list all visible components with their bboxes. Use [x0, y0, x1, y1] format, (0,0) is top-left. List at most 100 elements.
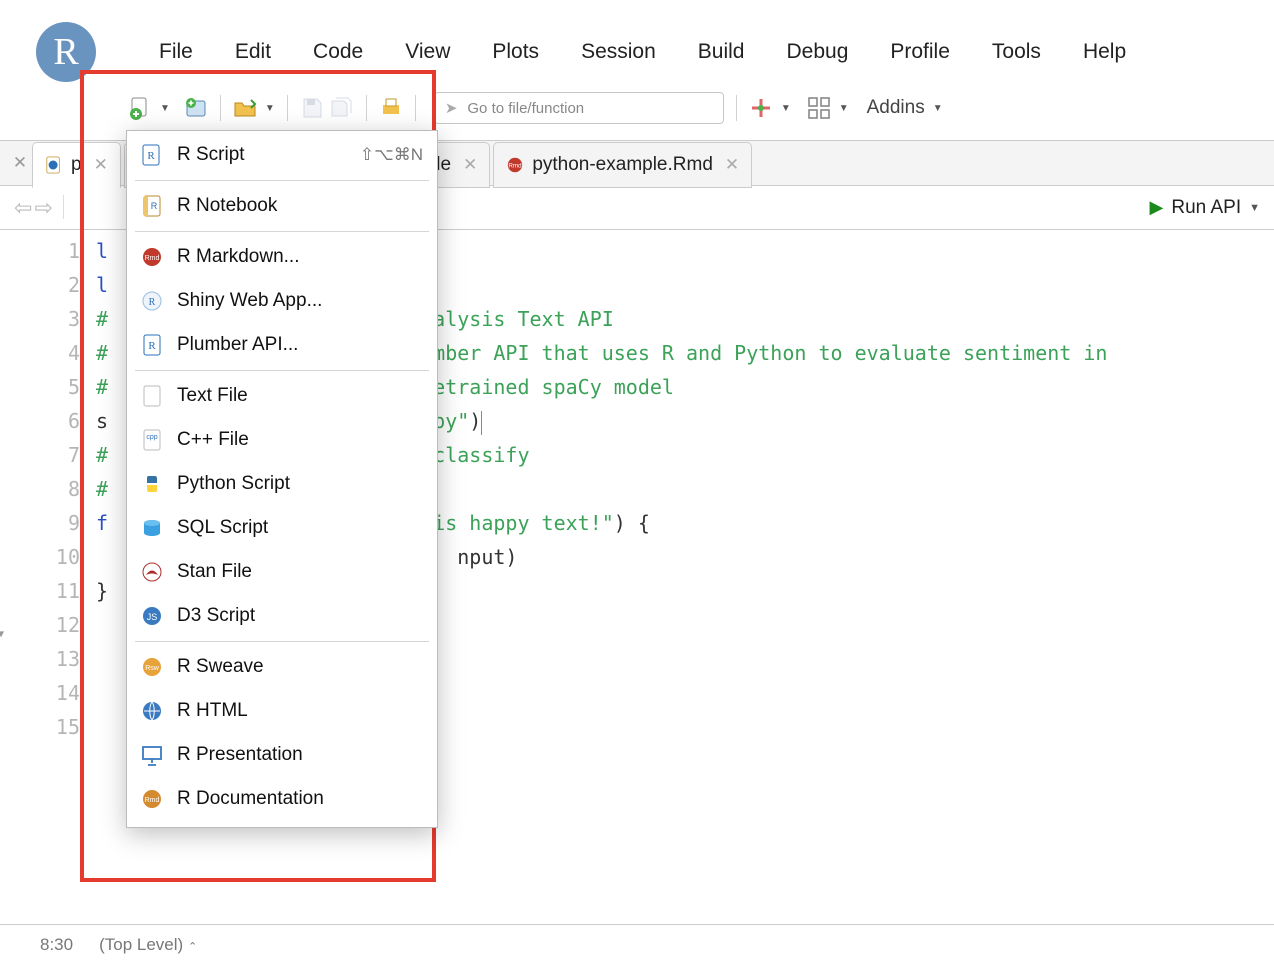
svg-text:Rsw: Rsw — [145, 665, 160, 672]
run-api-button[interactable]: ▶ Run API ▼ — [1150, 197, 1260, 219]
line-number: 1 — [0, 234, 80, 268]
cpp-icon: cpp — [141, 429, 163, 451]
menu-separator — [135, 180, 429, 181]
menu-help[interactable]: Help — [1062, 34, 1147, 70]
menu-item-r-markdown[interactable]: RmdR Markdown... — [127, 235, 437, 279]
print-icon[interactable] — [379, 96, 403, 120]
line-number: 9 — [0, 506, 80, 540]
panes-icon[interactable] — [807, 96, 831, 120]
close-tab-icon[interactable]: ✕ — [463, 155, 477, 175]
grid-toggle-icon[interactable] — [749, 96, 773, 120]
line-number: 14 — [0, 676, 80, 710]
menu-item-label: Shiny Web App... — [177, 290, 423, 312]
menu-view[interactable]: View — [384, 34, 471, 70]
menu-item-text-file[interactable]: Text File — [127, 374, 437, 418]
menu-build[interactable]: Build — [677, 34, 766, 70]
nav-forward-icon[interactable]: ⇨ — [34, 195, 52, 221]
menu-item-c-file[interactable]: cpp C++ File — [127, 418, 437, 462]
new-file-icon[interactable] — [128, 96, 152, 120]
save-all-icon[interactable] — [330, 96, 354, 120]
dropdown-caret-icon: ▼ — [933, 103, 943, 114]
menu-debug[interactable]: Debug — [765, 34, 869, 70]
line-number: 2 — [0, 268, 80, 302]
rstudio-logo: R — [36, 22, 96, 82]
line-number: 12▼ — [0, 608, 80, 642]
menu-session[interactable]: Session — [560, 34, 677, 70]
menu-item-r-documentation[interactable]: RmdR Documentation — [127, 777, 437, 821]
menu-item-label: SQL Script — [177, 517, 423, 539]
menu-item-r-sweave[interactable]: RswR Sweave — [127, 645, 437, 689]
svg-text:R: R — [147, 150, 155, 162]
close-tab-icon[interactable]: ✕ — [725, 155, 739, 175]
menu-item-stan-file[interactable]: Stan File — [127, 550, 437, 594]
menu-item-r-script[interactable]: R R Script ⇧⌥⌘N — [127, 133, 437, 177]
goto-placeholder: Go to file/function — [467, 100, 584, 117]
notebook-icon: R — [141, 195, 163, 217]
rmd-icon: Rmd — [506, 156, 524, 174]
menu-tools[interactable]: Tools — [971, 34, 1062, 70]
svg-text:JS: JS — [147, 612, 158, 622]
menu-item-label: D3 Script — [177, 605, 423, 627]
menu-item-label: R Presentation — [177, 744, 423, 766]
d3-icon: JS — [141, 605, 163, 627]
menu-item-label: R Markdown... — [177, 246, 423, 268]
menu-item-python-script[interactable]: Python Script — [127, 462, 437, 506]
close-tab-icon[interactable]: ✕ — [94, 155, 108, 175]
menu-item-label: Python Script — [177, 473, 423, 495]
dropdown-caret-icon[interactable]: ▼ — [781, 103, 791, 114]
goto-file-input[interactable]: ➤ Go to file/function — [434, 92, 724, 124]
close-all-tabs-icon[interactable]: ✕ — [8, 141, 32, 185]
menu-item-r-html[interactable]: R HTML — [127, 689, 437, 733]
dropdown-caret-icon[interactable]: ▼ — [265, 103, 275, 114]
menu-item-label: R Script — [177, 144, 346, 166]
line-number: 10 — [0, 540, 80, 574]
dropdown-caret-icon[interactable]: ▼ — [160, 103, 170, 114]
line-number: 11 — [0, 574, 80, 608]
line-number: 5 — [0, 370, 80, 404]
tab-p[interactable]: p✕ — [32, 142, 121, 188]
menu-item-label: C++ File — [177, 429, 423, 451]
play-icon: ▶ — [1150, 197, 1164, 218]
new-file-dropdown: RR Script⇧⌥⌘NRR NotebookRmdR Markdown...… — [126, 130, 438, 828]
menu-item-plumber-api[interactable]: RPlumber API... — [127, 323, 437, 367]
new-project-icon[interactable] — [184, 96, 208, 120]
menu-item-d3-script[interactable]: JS D3 Script — [127, 594, 437, 638]
line-number: 15 — [0, 710, 80, 744]
main-toolbar: ▼ ▼ ➤ Go to file/function ▼ ▼ Addins ▼ — [0, 86, 1274, 130]
tab-python-example-rmd[interactable]: Rmdpython-example.Rmd✕ — [493, 142, 752, 188]
menu-plots[interactable]: Plots — [471, 34, 560, 70]
addins-button[interactable]: Addins ▼ — [867, 97, 943, 119]
rdoc-icon: Rmd — [141, 788, 163, 810]
menu-file[interactable]: File — [138, 34, 214, 70]
tab-label: p — [71, 154, 82, 176]
menu-profile[interactable]: Profile — [869, 34, 971, 70]
plumber-icon: R — [141, 334, 163, 356]
stan-icon — [141, 561, 163, 583]
open-file-icon[interactable] — [233, 96, 257, 120]
goto-arrow-icon: ➤ — [445, 99, 458, 117]
line-number: 3 — [0, 302, 80, 336]
line-number: 8 — [0, 472, 80, 506]
menu-item-shiny-web-app[interactable]: R Shiny Web App... — [127, 279, 437, 323]
svg-text:Rmd: Rmd — [509, 163, 523, 170]
svg-text:R: R — [149, 297, 156, 308]
dropdown-caret-icon[interactable]: ▼ — [839, 103, 849, 114]
status-bar: 8:30 (Top Level) ⌃ — [0, 924, 1274, 964]
nav-back-icon[interactable]: ⇦ — [14, 195, 32, 221]
menu-code[interactable]: Code — [292, 34, 384, 70]
menu-item-r-presentation[interactable]: R Presentation — [127, 733, 437, 777]
shortcut-label: ⇧⌥⌘N — [360, 145, 423, 165]
svg-text:cpp: cpp — [146, 434, 157, 441]
svg-text:Rmd: Rmd — [145, 797, 160, 804]
sql-icon — [141, 517, 163, 539]
save-icon[interactable] — [300, 96, 324, 120]
menu-edit[interactable]: Edit — [214, 34, 292, 70]
shiny-icon: R — [141, 290, 163, 312]
svg-text:R: R — [151, 201, 158, 211]
cursor-position: 8:30 — [40, 935, 73, 955]
menu-separator — [135, 641, 429, 642]
menu-item-sql-script[interactable]: SQL Script — [127, 506, 437, 550]
menu-item-label: Text File — [177, 385, 423, 407]
rpresentation-icon — [141, 744, 163, 766]
menu-item-r-notebook[interactable]: RR Notebook — [127, 184, 437, 228]
